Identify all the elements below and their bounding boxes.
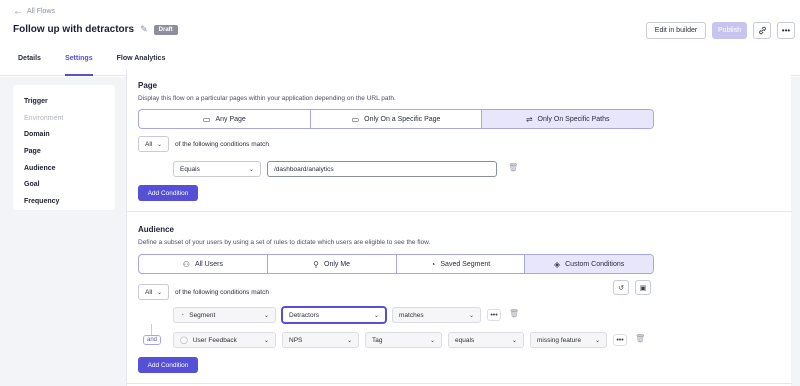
audience-match-suffix: of the following conditions match [175, 289, 269, 296]
tab-settings[interactable]: Settings [64, 55, 93, 76]
link-icon[interactable] [753, 22, 771, 39]
users-icon: ⚇ [182, 259, 190, 269]
pencil-icon[interactable]: ✎ [140, 24, 148, 35]
trash-icon[interactable]: 🗑 [635, 334, 645, 343]
more-icon[interactable]: ••• [487, 309, 501, 321]
chevron-down-icon: ⌄ [248, 166, 254, 173]
settings-panel: Page Display this flow on a particular p… [126, 70, 792, 386]
condition-type-select-1[interactable]: ◔ Segment ⌄ [173, 307, 276, 323]
publish-button[interactable]: Publish [712, 22, 747, 39]
audience-section-description: Define a subset of your users by using a… [138, 239, 431, 246]
segment-icon: ◔ [180, 311, 185, 319]
tab-details[interactable]: Details [18, 55, 41, 76]
page-operator-select[interactable]: Equals ⌄ [173, 161, 261, 177]
segment-operator-select[interactable]: matches ⌄ [392, 307, 481, 323]
feedback-operator-select[interactable]: equals ⌄ [448, 332, 524, 348]
feedback-value-select[interactable]: missing feature ⌄ [530, 332, 607, 348]
path-icon: ⇌ [525, 114, 533, 124]
option-saved-segment[interactable]: ◔ Saved Segment [397, 255, 526, 273]
undo-icon[interactable]: ↺ [613, 280, 629, 295]
edit-in-builder-button[interactable]: Edit in builder [646, 22, 706, 39]
audience-add-condition-button[interactable]: Add Condition [138, 357, 198, 373]
top-actions: Edit in builder Publish ••• [646, 22, 795, 39]
chevron-down-icon: ⌄ [263, 337, 269, 344]
segment-value-select[interactable]: Detractors ⌄ [282, 307, 386, 323]
option-specific-paths[interactable]: ⇌ Only On Specific Paths [482, 110, 653, 128]
option-only-me[interactable]: ⚲ Only Me [268, 255, 397, 273]
user-icon: ⚲ [313, 259, 320, 269]
browser-icon: ▭ [351, 114, 360, 124]
back-link[interactable]: ← All Flows [13, 6, 55, 17]
nav-item-environment[interactable]: Environment [24, 110, 104, 127]
chevron-down-icon: ⌄ [346, 337, 352, 344]
trash-icon[interactable]: 🗑 [508, 163, 518, 172]
more-icon[interactable]: ••• [613, 334, 627, 346]
nav-item-domain[interactable]: Domain [24, 126, 104, 143]
page-title: Follow up with detractors [13, 24, 135, 35]
more-icon[interactable]: ••• [777, 22, 795, 39]
chevron-down-icon: ⌄ [468, 312, 474, 319]
page-match-select[interactable]: All ⌄ [138, 136, 169, 152]
nav-item-page[interactable]: Page [24, 143, 104, 160]
chevron-down-icon: ⌄ [429, 337, 435, 344]
chevron-down-icon: ⌄ [263, 312, 269, 319]
chevron-down-icon: ⌄ [594, 337, 600, 344]
page-section-title: Page [138, 81, 158, 90]
trash-icon[interactable]: 🗑 [509, 309, 519, 318]
nav-item-goal[interactable]: Goal [24, 176, 104, 193]
option-specific-page[interactable]: ▭ Only On a Specific Page [311, 110, 483, 128]
feedback-icon: ◯ [180, 337, 188, 344]
chevron-down-icon: ⌄ [156, 141, 162, 148]
save-icon[interactable]: ▣ [635, 280, 651, 295]
option-all-users[interactable]: ⚇ All Users [139, 255, 268, 273]
nav-item-frequency[interactable]: Frequency [24, 193, 104, 210]
condition-type-select-2[interactable]: ◯ User Feedback ⌄ [173, 332, 276, 348]
audience-match-select[interactable]: All ⌄ [138, 284, 169, 300]
survey-select[interactable]: NPS ⌄ [282, 332, 359, 348]
title-row: Follow up with detractors ✎ Draft [13, 24, 178, 35]
diamond-icon: ◈ [553, 259, 561, 269]
nav-item-trigger[interactable]: Trigger [24, 93, 104, 110]
arrow-left-icon: ← [13, 6, 23, 17]
pie-chart-icon: ◔ [430, 259, 436, 269]
page-match-suffix: of the following conditions match [175, 141, 269, 148]
section-divider [127, 383, 792, 384]
top-bar: ← All Flows Follow up with detractors ✎ … [0, 0, 800, 76]
browser-icon: ▭ [202, 114, 211, 124]
path-input[interactable]: /dashboard/analytics [267, 161, 497, 177]
field-select[interactable]: Tag ⌄ [365, 332, 442, 348]
page-add-condition-button[interactable]: Add Condition [138, 185, 198, 201]
chevron-down-icon: ⌄ [373, 312, 379, 319]
chevron-down-icon: ⌄ [511, 337, 517, 344]
page-section-description: Display this flow on a particular pages … [138, 95, 396, 102]
status-badge: Draft [153, 24, 178, 35]
nav-item-audience[interactable]: Audience [24, 160, 104, 177]
settings-nav: Trigger Environment Domain Page Audience… [13, 85, 115, 210]
page-targeting-options: ▭ Any Page ▭ Only On a Specific Page ⇌ O… [138, 109, 654, 129]
option-custom-conditions[interactable]: ◈ Custom Conditions [525, 255, 653, 273]
chevron-down-icon: ⌄ [156, 289, 162, 296]
section-divider [127, 211, 792, 212]
option-any-page[interactable]: ▭ Any Page [139, 110, 311, 128]
and-connector[interactable]: and [143, 335, 162, 345]
audience-section-title: Audience [138, 225, 175, 234]
audience-options: ⚇ All Users ⚲ Only Me ◔ Saved Segment ◈ … [138, 254, 654, 274]
